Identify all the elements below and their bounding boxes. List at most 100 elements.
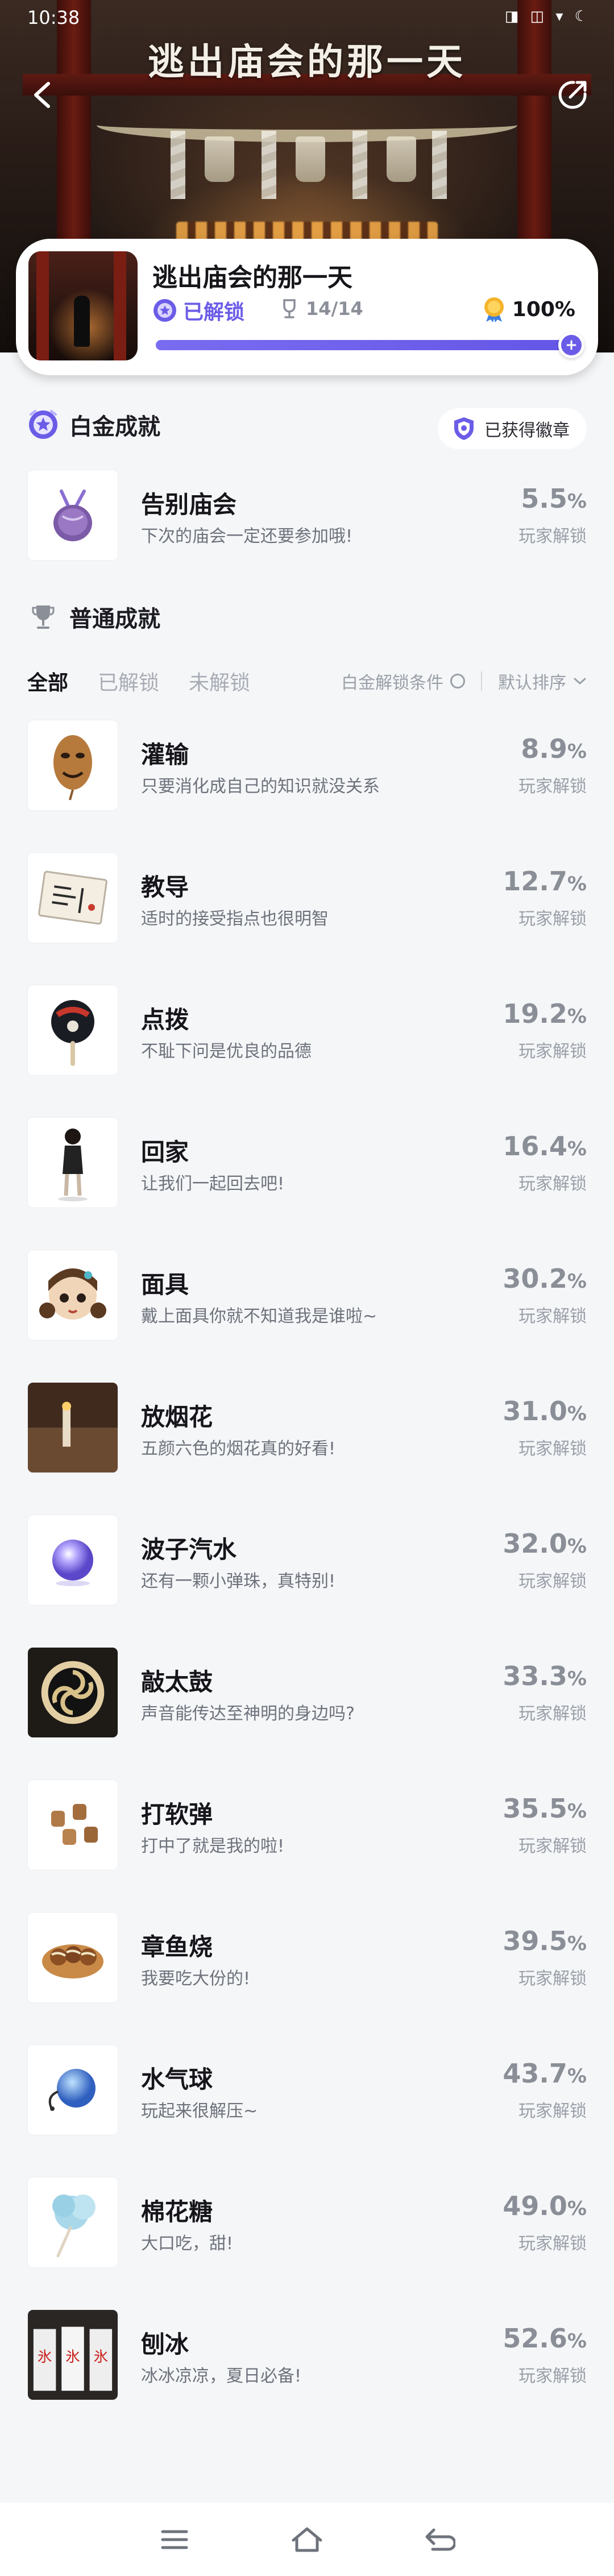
achievement-rate-label: 玩家解锁 <box>518 1439 587 1459</box>
achievement-row[interactable]: 回家让我们一起回去吧! 16.4% 玩家解锁 <box>27 1117 587 1208</box>
filter-controls: 白金解锁条件 默认排序 <box>341 669 587 694</box>
achievement-rate-label: 玩家解锁 <box>518 1969 587 1989</box>
home-icon <box>292 2527 322 2552</box>
achievement-rate: 32.0% <box>503 1528 587 1559</box>
back-icon <box>425 2528 456 2550</box>
achievement-row[interactable]: 放烟花 五颜六色的烟花真的好看! 31.0% 玩家解锁 <box>27 1382 587 1473</box>
achievement-rate: 16.4% <box>503 1131 587 1162</box>
achievement-row[interactable]: 灌输 只要消化成自己的知识就没关系 8.9% 玩家解锁 <box>27 720 587 811</box>
achievement-rate: 49.0% <box>503 2191 587 2221</box>
share-button[interactable] <box>553 75 592 115</box>
menu-button[interactable] <box>152 2517 197 2562</box>
achievement-desc: 冰冰凉凉，夏日必备! <box>141 2366 302 2386</box>
achievement-row[interactable]: 棉花糖 大口吃，甜! 49.0% 玩家解锁 <box>27 2177 587 2268</box>
achievement-title: 章鱼烧 <box>141 1933 213 1961</box>
back-button[interactable] <box>23 75 63 115</box>
achievement-rate: 31.0% <box>503 1396 587 1426</box>
platinum-condition-toggle[interactable]: 白金解锁条件 <box>341 669 465 694</box>
normal-heading: 普通成就 <box>69 606 160 632</box>
water-balloon-icon <box>27 2044 118 2135</box>
obtained-badge-button[interactable]: 已获得徽章 <box>438 408 587 449</box>
achievement-title: 打软弹 <box>141 1801 213 1828</box>
tab-unlocked[interactable]: 已解锁 <box>98 666 159 696</box>
achievement-desc: 让我们一起回去吧! <box>141 1174 285 1194</box>
achievement-desc: 不耻下问是优良的品德 <box>141 1042 312 1061</box>
achievement-row[interactable]: 打软弹 打中了就是我的啦! 35.5% 玩家解锁 <box>27 1779 587 1870</box>
achievement-desc: 我要吃大份的! <box>141 1969 251 1989</box>
completion-progress-fill: + <box>156 332 584 358</box>
achievement-row[interactable]: 教导 适时的接受指点也很明智 12.7% 玩家解锁 <box>27 852 587 943</box>
achievement-row[interactable]: 面具 戴上面具你就不知道我是谁啦~ 30.2% 玩家解锁 <box>27 1250 587 1341</box>
achievement-row[interactable]: 敲太鼓 声音能传达至神明的身边吗? 33.3% 玩家解锁 <box>27 1647 587 1738</box>
achievement-rate: 39.5% <box>503 1926 587 1956</box>
platinum-section-header: 白金成就 <box>27 408 160 441</box>
achievement-title: 刨冰 <box>141 2330 189 2358</box>
taiko-drum-icon <box>27 1647 118 1738</box>
platinum-heading: 白金成就 <box>69 414 160 440</box>
badge-shield-icon <box>451 416 476 442</box>
svg-text:氷: 氷 <box>65 2349 80 2366</box>
platinum-trophy-icon <box>27 409 59 441</box>
svg-text:氷: 氷 <box>94 2349 109 2366</box>
achievement-rate-label: 玩家解锁 <box>518 777 587 797</box>
achievement-title: 教导 <box>141 873 189 901</box>
back-nav-button[interactable] <box>417 2517 462 2562</box>
svg-text:氷: 氷 <box>38 2349 52 2366</box>
achievement-rate: 19.2% <box>503 998 587 1029</box>
sort-dropdown[interactable]: 默认排序 <box>498 669 587 694</box>
platinum-achievement-row[interactable]: 告别庙会 下次的庙会一定还要参加哦! 5.5% 玩家解锁 <box>27 470 587 561</box>
trophy-icon <box>283 299 296 318</box>
achievement-row[interactable]: 波子汽水 还有一颗小弹珠，真特别! 32.0% 玩家解锁 <box>27 1515 587 1606</box>
achievement-rate-label: 玩家解锁 <box>518 1836 587 1856</box>
achievement-desc: 打中了就是我的啦! <box>141 1836 285 1856</box>
game-name: 逃出庙会的那一天 <box>152 263 352 292</box>
achievement-rate-label: 玩家解锁 <box>518 1174 587 1194</box>
amulet-bag-icon <box>27 470 118 561</box>
radio-circle-icon <box>450 674 465 688</box>
achievement-desc: 玩起来很解压~ <box>141 2101 258 2121</box>
obtained-badge-label: 已获得徽章 <box>484 421 570 441</box>
achievement-title: 回家 <box>141 1138 189 1166</box>
achievement-desc: 戴上面具你就不知道我是谁啦~ <box>141 1306 377 1326</box>
completion-progress-bar: + <box>156 332 584 358</box>
chevron-left-icon <box>34 82 50 108</box>
unlock-status: 已解锁 <box>152 296 244 325</box>
uchiwa-fan-icon <box>27 985 118 1076</box>
unlocked-medal-icon <box>154 299 176 322</box>
achievement-title: 放烟花 <box>141 1403 213 1431</box>
achievement-row[interactable]: 氷氷氷刨冰 冰冰凉凉，夏日必备! 52.6% 玩家解锁 <box>27 2309 587 2400</box>
menu-icon <box>161 2530 188 2549</box>
achievement-desc: 声音能传达至神明的身边吗? <box>141 1704 355 1724</box>
tab-locked[interactable]: 未解锁 <box>189 666 250 696</box>
completion-percent-value: 100% <box>512 297 575 321</box>
sort-label: 默认排序 <box>498 673 566 693</box>
achievement-rate: 30.2% <box>503 1263 587 1294</box>
status-bar: 10:38 ◨ ◫ ▾ ☾ <box>0 0 614 28</box>
note-card-icon <box>27 852 118 943</box>
chevron-down-icon <box>573 677 587 686</box>
achievement-filter-tabs: 全部 已解锁 未解锁 <box>27 666 250 696</box>
achievement-rate-label: 玩家解锁 <box>518 2234 587 2254</box>
game-cover[interactable] <box>28 251 138 360</box>
status-icons: ◨ ◫ ▾ ☾ <box>504 8 591 25</box>
doll-mask-icon <box>27 1250 118 1341</box>
achievement-desc: 只要消化成自己的知识就没关系 <box>141 777 380 797</box>
status-time: 10:38 <box>27 7 80 28</box>
achievement-title: 点拨 <box>141 1006 189 1034</box>
achievement-row[interactable]: 点拨不耻下问是优良的品德 19.2% 玩家解锁 <box>27 985 587 1076</box>
mask-icon <box>27 720 118 811</box>
home-button[interactable] <box>284 2517 330 2562</box>
tab-all[interactable]: 全部 <box>27 666 68 696</box>
achievement-rate: 12.7% <box>503 866 587 897</box>
achievement-row[interactable]: 水气球 玩起来很解压~ 43.7% 玩家解锁 <box>27 2044 587 2135</box>
normal-section-header: 普通成就 <box>27 600 160 633</box>
trophy-count: 14/14 <box>280 298 363 320</box>
system-navigation-bar <box>0 2503 614 2576</box>
achievement-rate-label: 玩家解锁 <box>518 1042 587 1061</box>
achievement-row[interactable]: 章鱼烧我要吃大份的! 39.5% 玩家解锁 <box>27 1912 587 2003</box>
marble-icon <box>27 1515 118 1606</box>
achievement-desc: 适时的接受指点也很明智 <box>141 909 329 929</box>
platinum-condition-label: 白金解锁条件 <box>341 673 443 693</box>
achievement-title: 波子汽水 <box>141 1536 237 1563</box>
achievement-rate: 33.3% <box>503 1661 587 1691</box>
